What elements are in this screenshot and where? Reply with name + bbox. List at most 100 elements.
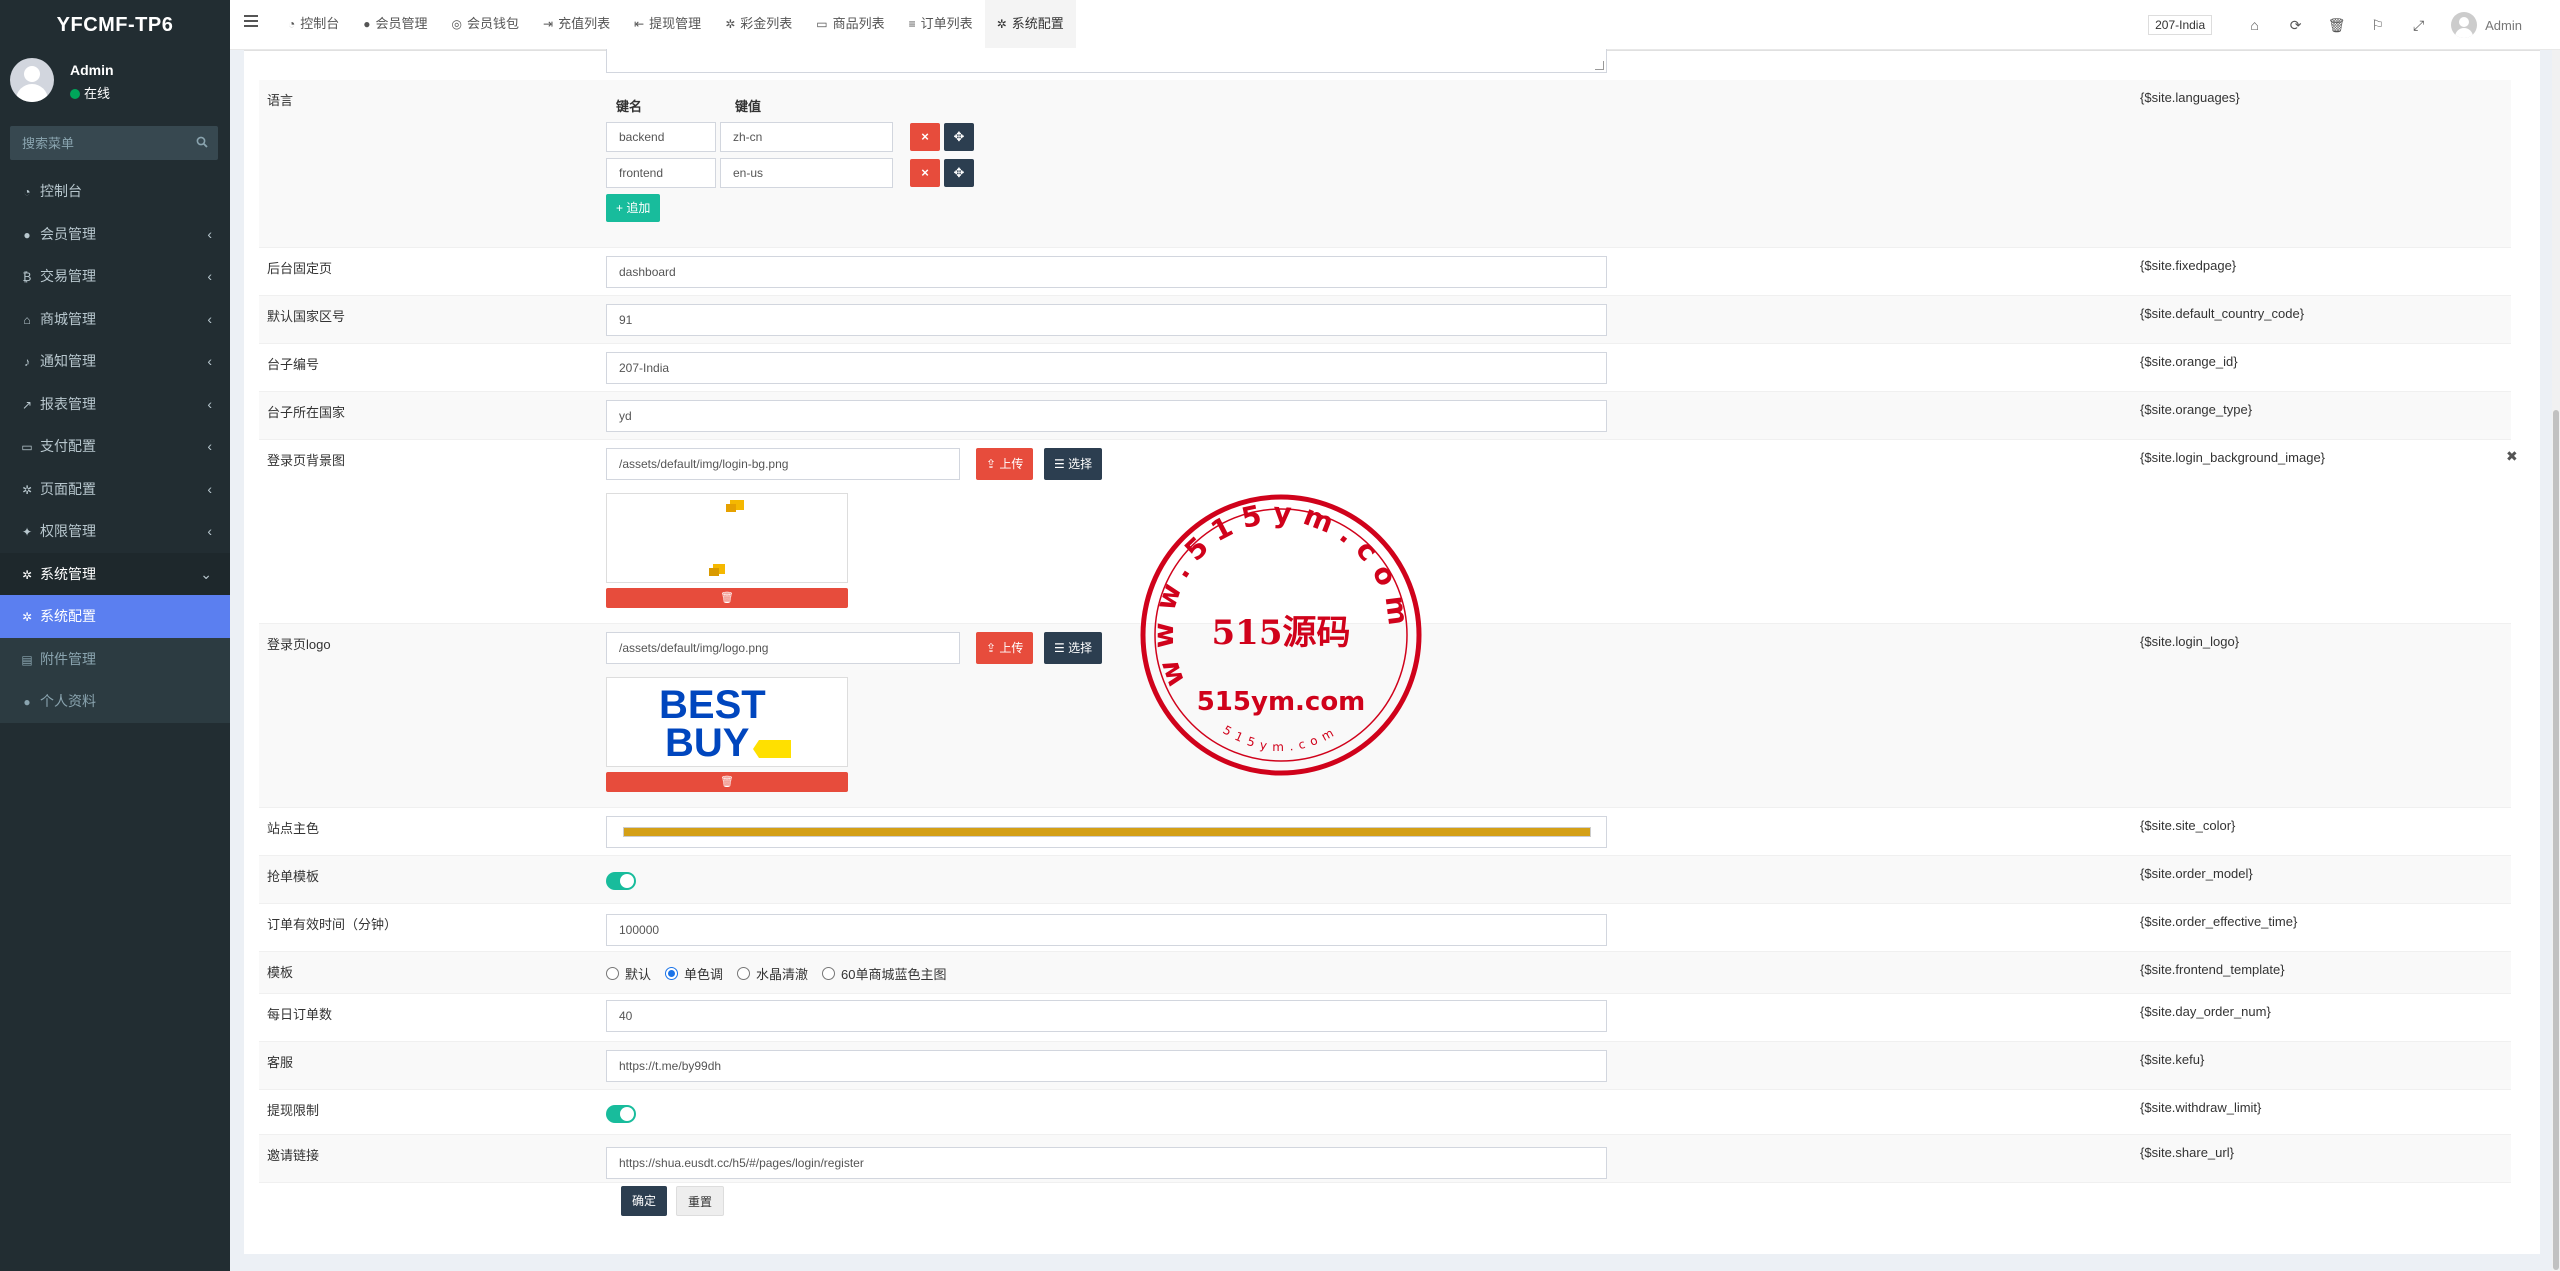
- template-variable: {$site.share_url}: [2140, 1145, 2234, 1160]
- sidebar-item-report[interactable]: ↗ 报表管理 ‹: [0, 383, 230, 426]
- template-variable: {$site.frontend_template}: [2140, 962, 2285, 977]
- tab-dashboard[interactable]: ◔ 控制台: [276, 0, 351, 48]
- avatar: [2451, 12, 2478, 38]
- order-time-input[interactable]: 100000: [606, 914, 1607, 946]
- user-panel: Admin 在线: [0, 50, 230, 110]
- form-row-order-model: 抢单模板 {$site.order_model}: [259, 856, 2511, 904]
- sidebar-item-dashboard[interactable]: ◔ 控制台: [0, 170, 230, 213]
- field-label: 台子编号: [267, 357, 320, 372]
- sidebar-menu: ◔ 控制台 ● 会员管理 ‹ ₿ 交易管理 ‹ ⌂ 商城管理 ‹ ♪ 通知管理 ‹ ↗ 报表管理 ‹ …: [0, 170, 230, 723]
- fixedpage-input[interactable]: dashboard: [606, 256, 1607, 288]
- admin-menu[interactable]: Admin: [2451, 12, 2522, 38]
- menu-toggle-icon[interactable]: [244, 15, 258, 27]
- select-button[interactable]: ☰ 选择: [1044, 632, 1103, 664]
- app-logo[interactable]: YFCMF-TP6: [0, 0, 230, 50]
- tab-system-config[interactable]: ✲ 系统配置: [984, 0, 1076, 48]
- reset-button[interactable]: 重置: [676, 1186, 725, 1216]
- sidebar-item-config[interactable]: ✲ 系统配置: [0, 595, 230, 638]
- search-icon[interactable]: [196, 136, 208, 148]
- sidebar-item-notify[interactable]: ♪ 通知管理 ‹: [0, 340, 230, 383]
- close-icon[interactable]: ✖: [2506, 448, 2518, 465]
- delete-image-button[interactable]: 🗑: [606, 588, 848, 608]
- country-code-input[interactable]: 91: [606, 304, 1607, 336]
- tab-bonus[interactable]: ✲ 彩金列表: [713, 0, 804, 48]
- key-input[interactable]: backend: [606, 122, 716, 152]
- sidebar-item-auth[interactable]: ✦ 权限管理 ‹: [0, 510, 230, 553]
- radio-checked-icon: [665, 967, 679, 980]
- tab-goods[interactable]: ▭ 商品列表: [804, 0, 896, 48]
- fullscreen-icon[interactable]: ⤢: [2398, 17, 2439, 34]
- share-url-input[interactable]: https://shua.eusdt.cc/h5/#/pages/login/r…: [606, 1147, 1607, 1179]
- kefu-input[interactable]: https://t.me/by99dh: [606, 1050, 1607, 1082]
- sidebar-item-profile[interactable]: ● 个人资料: [0, 680, 230, 723]
- drag-row-button[interactable]: ✥: [944, 159, 974, 187]
- template-variable: {$site.order_model}: [2140, 866, 2253, 881]
- radio-icon: [737, 967, 751, 980]
- user-status: 在线: [70, 83, 110, 102]
- tab-withdraw[interactable]: ⇤ 提现管理: [622, 0, 713, 48]
- home-icon[interactable]: ⌂: [2234, 17, 2275, 33]
- language-icon[interactable]: ⚐: [2357, 17, 2398, 34]
- form-row-template: 模板 默认 单色调 水晶清澈 60单商城蓝色主图 {$site.frontend…: [259, 952, 2511, 994]
- site-badge[interactable]: 207-India: [2148, 15, 2213, 35]
- append-button[interactable]: + 追加: [606, 194, 661, 222]
- sidebar-item-page[interactable]: ✲ 页面配置 ‹: [0, 468, 230, 511]
- orange-id-input[interactable]: 207-India: [606, 352, 1607, 384]
- upload-button[interactable]: ⇪ 上传: [976, 632, 1034, 664]
- template-variable: {$site.day_order_num}: [2140, 1004, 2271, 1019]
- field-label: 提现限制: [267, 1103, 320, 1118]
- tab-recharge[interactable]: ⇥ 充值列表: [531, 0, 622, 48]
- trash-icon[interactable]: 🗑: [2316, 17, 2357, 34]
- field-label: 台子所在国家: [267, 405, 346, 420]
- page-scrollbar[interactable]: [2552, 50, 2560, 1271]
- orange-type-input[interactable]: yd: [606, 400, 1607, 432]
- radio-icon: [822, 967, 836, 980]
- sidebar-item-trade[interactable]: ₿ 交易管理 ‹: [0, 255, 230, 298]
- sidebar-item-mall[interactable]: ⌂ 商城管理 ‹: [0, 298, 230, 341]
- textarea-field[interactable]: [606, 49, 1607, 73]
- template-option[interactable]: 60单商城蓝色主图: [822, 964, 947, 983]
- top-right-tools: 207-India ⌂ ⟳ 🗑 ⚐ ⤢ Admin: [2148, 0, 2560, 50]
- cog-icon: ✲: [21, 482, 33, 497]
- delete-image-button[interactable]: 🗑: [606, 772, 848, 792]
- radio-icon: [606, 967, 619, 980]
- site-color-input[interactable]: [606, 816, 1607, 848]
- login-logo-input[interactable]: /assets/default/img/logo.png: [606, 632, 960, 664]
- value-input[interactable]: en-us: [720, 158, 893, 188]
- scrollbar-thumb[interactable]: [2553, 410, 2559, 1270]
- template-option[interactable]: 默认: [606, 964, 651, 983]
- order-model-toggle[interactable]: [606, 872, 636, 890]
- sidebar-item-members[interactable]: ● 会员管理 ‹: [0, 213, 230, 256]
- upload-button[interactable]: ⇪ 上传: [976, 448, 1034, 480]
- users-icon: ●: [23, 227, 31, 242]
- sidebar-search-input[interactable]: [10, 126, 190, 160]
- form-row-fixedpage: 后台固定页 dashboard {$site.fixedpage}: [259, 248, 2511, 296]
- tab-orders[interactable]: ≡ 订单列表: [897, 0, 985, 48]
- field-label: 订单有效时间（分钟）: [267, 917, 398, 932]
- field-label: 模板: [267, 965, 294, 980]
- remove-row-button[interactable]: ×: [910, 159, 940, 187]
- sidebar-item-pay[interactable]: ▭ 支付配置 ‹: [0, 425, 230, 468]
- sidebar-item-system[interactable]: ✲ 系统管理 ⌄: [0, 552, 230, 595]
- logo-thumbnail: BEST BUY: [659, 683, 791, 765]
- select-button[interactable]: ☰ 选择: [1044, 448, 1103, 480]
- sidebar-item-attachment[interactable]: ▤ 附件管理: [0, 637, 230, 680]
- value-input[interactable]: zh-cn: [720, 122, 893, 152]
- field-label: 抢单模板: [267, 869, 320, 884]
- submit-button[interactable]: 确定: [621, 1186, 668, 1216]
- remove-row-button[interactable]: ×: [910, 123, 940, 151]
- key-input[interactable]: frontend: [606, 158, 716, 188]
- template-option[interactable]: 单色调: [665, 964, 723, 983]
- withdraw-limit-toggle[interactable]: [606, 1105, 636, 1123]
- template-radio-group: 默认 单色调 水晶清澈 60单商城蓝色主图: [606, 964, 961, 983]
- tab-members[interactable]: ● 会员管理: [351, 0, 439, 48]
- day-order-input[interactable]: 40: [606, 1000, 1607, 1032]
- tab-wallet[interactable]: ◎ 会员钱包: [440, 0, 532, 48]
- drag-row-button[interactable]: ✥: [944, 123, 974, 151]
- refresh-icon[interactable]: ⟳: [2275, 17, 2316, 34]
- cogs-icon: ✲: [21, 567, 33, 582]
- form-row-withdraw-limit: 提现限制 {$site.withdraw_limit}: [259, 1090, 2511, 1135]
- template-option[interactable]: 水晶清澈: [737, 964, 808, 983]
- login-bg-input[interactable]: /assets/default/img/login-bg.png: [606, 448, 960, 480]
- form-row-orange-type: 台子所在国家 yd {$site.orange_type}: [259, 392, 2511, 440]
